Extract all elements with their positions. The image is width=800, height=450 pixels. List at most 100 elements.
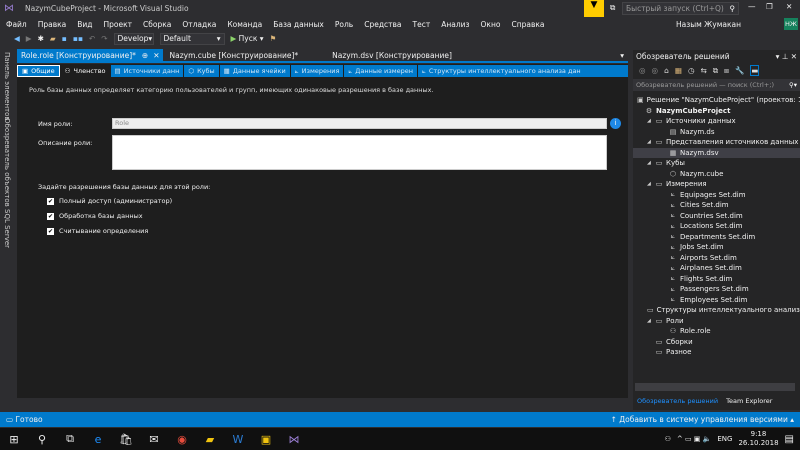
task-view-icon[interactable]: ⧉ bbox=[56, 432, 84, 446]
tree-item[interactable]: ⟀ Departments Set.dim bbox=[633, 232, 800, 243]
tree-item[interactable]: ⚙ NazymCubeProject bbox=[633, 106, 800, 117]
avatar[interactable]: НЖ bbox=[784, 18, 798, 30]
app-icon[interactable]: ▣ bbox=[252, 433, 280, 446]
tab-team-explorer[interactable]: Team Explorer bbox=[722, 397, 776, 405]
tree-item[interactable]: ⟀ Jobs Set.dim bbox=[633, 242, 800, 253]
expand-arrow-icon[interactable]: ◢ bbox=[647, 181, 655, 187]
visual-studio-icon[interactable]: ⋈ bbox=[280, 433, 308, 446]
menu-item[interactable]: Средства bbox=[364, 20, 401, 29]
menu-item[interactable]: Команда bbox=[227, 20, 262, 29]
menu-item[interactable]: Тест bbox=[413, 20, 431, 29]
tree-item[interactable]: ▭ Структуры интеллектуального анализа bbox=[633, 305, 800, 316]
subtab[interactable]: ▤ Источники данн bbox=[110, 65, 184, 77]
quick-launch-input[interactable]: Быстрый запуск (Ctrl+Q) ⚲ bbox=[622, 2, 739, 15]
subtab[interactable]: ⟀ Структуры интеллектуального анализа дан bbox=[417, 65, 628, 77]
undo-icon[interactable]: ↶ bbox=[89, 34, 95, 43]
pending-changes-icon[interactable]: ◷ bbox=[688, 66, 695, 75]
menu-item[interactable]: Правка bbox=[38, 20, 67, 29]
properties-icon[interactable]: 🔧 bbox=[735, 66, 744, 75]
expand-arrow-icon[interactable]: ◢ bbox=[647, 139, 655, 145]
restore-button[interactable]: ❐ bbox=[766, 2, 773, 11]
preview-icon[interactable]: ▬ bbox=[750, 65, 760, 76]
search-icon[interactable]: ⚲ bbox=[28, 433, 56, 446]
mail-icon[interactable]: ✉ bbox=[140, 433, 168, 446]
edge-icon[interactable]: e bbox=[84, 433, 112, 446]
sql-object-explorer-tab[interactable]: Обозреватель объектов SQL Server bbox=[3, 118, 11, 248]
home-icon[interactable]: ⌂ bbox=[664, 66, 669, 75]
minimize-button[interactable]: — bbox=[748, 2, 756, 11]
tree-item[interactable]: ▭ Сборки bbox=[633, 337, 800, 348]
chrome-icon[interactable]: ◉ bbox=[168, 433, 196, 446]
horizontal-scrollbar[interactable] bbox=[635, 383, 795, 391]
tree-item[interactable]: ◢ ▭ Представления источников данных bbox=[633, 137, 800, 148]
expand-arrow-icon[interactable]: ◢ bbox=[647, 160, 655, 166]
word-icon[interactable]: W bbox=[224, 433, 252, 446]
menu-item[interactable]: Справка bbox=[511, 20, 544, 29]
tree-item[interactable]: ⟀ Countries Set.dim bbox=[633, 211, 800, 222]
save-all-icon[interactable]: ▪▪ bbox=[73, 34, 83, 43]
tree-item[interactable]: ⚇ Role.role bbox=[633, 326, 800, 337]
platform-select[interactable]: Default ▾ bbox=[159, 32, 225, 45]
tree-item[interactable]: ⟀ Equipages Set.dim bbox=[633, 190, 800, 201]
feedback-filter-icon[interactable]: ▼ bbox=[584, 0, 604, 17]
start-button[interactable]: ▶ Пуск ▾ bbox=[231, 34, 264, 43]
tree-item[interactable]: ◢ ▭ Роли bbox=[633, 316, 800, 327]
sync-icon[interactable]: ⇆ bbox=[701, 66, 707, 75]
subtab[interactable]: ⟀ Данные измерен bbox=[344, 65, 417, 77]
expand-arrow-icon[interactable]: ◢ bbox=[647, 318, 655, 324]
people-icon[interactable]: ⚇ bbox=[665, 435, 671, 443]
tab-overflow-icon[interactable]: ▾ bbox=[620, 51, 624, 60]
subtab[interactable]: ⬡ Кубы bbox=[184, 65, 219, 77]
menu-item[interactable]: Анализ bbox=[441, 20, 469, 29]
pane-controls-icon[interactable]: ▾ ⊥ ✕ bbox=[776, 52, 797, 61]
tree-item[interactable]: ◢ ▭ Кубы bbox=[633, 158, 800, 169]
tree-item[interactable]: ◢ ▭ Измерения bbox=[633, 179, 800, 190]
new-project-icon[interactable]: ✱ bbox=[38, 34, 44, 43]
menu-item[interactable]: Сборка bbox=[143, 20, 171, 29]
redo-icon[interactable]: ↷ bbox=[101, 34, 107, 43]
language-indicator[interactable]: ENG bbox=[717, 435, 732, 443]
perm-full-control-checkbox[interactable]: ✔ Полный доступ (администратор) bbox=[47, 197, 172, 205]
tree-item[interactable]: ⟀ Airports Set.dim bbox=[633, 253, 800, 264]
back-icon[interactable]: ◎ bbox=[639, 66, 646, 75]
subtab[interactable]: ⟀ Измерения bbox=[290, 65, 344, 77]
menu-item[interactable]: Вид bbox=[77, 20, 92, 29]
menu-item[interactable]: Роль bbox=[335, 20, 353, 29]
tree-item[interactable]: ⟀ Employees Set.dim bbox=[633, 295, 800, 306]
info-icon[interactable]: i bbox=[610, 118, 621, 129]
subtab[interactable]: ▦ Данные ячейки bbox=[219, 65, 290, 77]
open-icon[interactable]: ▰ bbox=[50, 34, 56, 43]
role-description-input[interactable] bbox=[112, 135, 607, 170]
menu-item[interactable]: Файл bbox=[6, 20, 27, 29]
expand-arrow-icon[interactable]: ◢ bbox=[647, 118, 655, 124]
clock[interactable]: 9:18 26.10.2018 bbox=[738, 430, 778, 448]
tree-item[interactable]: ▦ Nazym.dsv bbox=[633, 147, 800, 158]
switch-views-icon[interactable]: ▦ bbox=[675, 66, 682, 75]
tree-item[interactable]: ⟀ Flights Set.dim bbox=[633, 274, 800, 285]
action-center-icon[interactable]: ▤ bbox=[785, 434, 794, 445]
pin-icon[interactable]: ⊕ bbox=[142, 51, 148, 60]
subtab[interactable]: ⚇ Членство bbox=[61, 65, 110, 77]
perm-process-db-checkbox[interactable]: ✔ Обработка базы данных bbox=[47, 212, 143, 220]
menu-item[interactable]: База данных bbox=[273, 20, 324, 29]
find-icon[interactable]: ⚑ bbox=[270, 34, 277, 43]
tray-icons[interactable]: ^ ▭ ▣ 🔈 bbox=[677, 435, 711, 443]
close-tab-icon[interactable]: ✕ bbox=[153, 51, 159, 60]
menu-item[interactable]: Проект bbox=[104, 20, 133, 29]
tree-item[interactable]: ⟀ Cities Set.dim bbox=[633, 200, 800, 211]
save-icon[interactable]: ▪ bbox=[62, 34, 67, 43]
tree-item[interactable]: ▣ Решение "NazymCubeProject" (проектов: 1… bbox=[633, 95, 800, 106]
close-button[interactable]: ✕ bbox=[786, 2, 792, 11]
user-name[interactable]: Назым Жумакан bbox=[676, 20, 741, 29]
solution-search-input[interactable]: Обозреватель решений — поиск (Ctrl+;) ⚲▾ bbox=[633, 79, 800, 91]
toolbox-tab[interactable]: Панель элементов bbox=[3, 52, 11, 121]
tree-item[interactable]: ⟀ Locations Set.dim bbox=[633, 221, 800, 232]
add-to-source-control-button[interactable]: ↑ Добавить в систему управления версиями… bbox=[611, 415, 794, 424]
start-icon[interactable]: ⊞ bbox=[0, 433, 28, 446]
tree-item[interactable]: ⟀ Airplanes Set.dim bbox=[633, 263, 800, 274]
tree-item[interactable]: ▭ Разное bbox=[633, 347, 800, 358]
tree-item[interactable]: ◢ ▭ Источники данных bbox=[633, 116, 800, 127]
collapse-all-icon[interactable]: ⧉ bbox=[713, 66, 718, 76]
tab-dsv[interactable]: Nazym.dsv [Конструирование] bbox=[328, 49, 456, 62]
configuration-select[interactable]: Develop ▾ bbox=[113, 32, 154, 45]
